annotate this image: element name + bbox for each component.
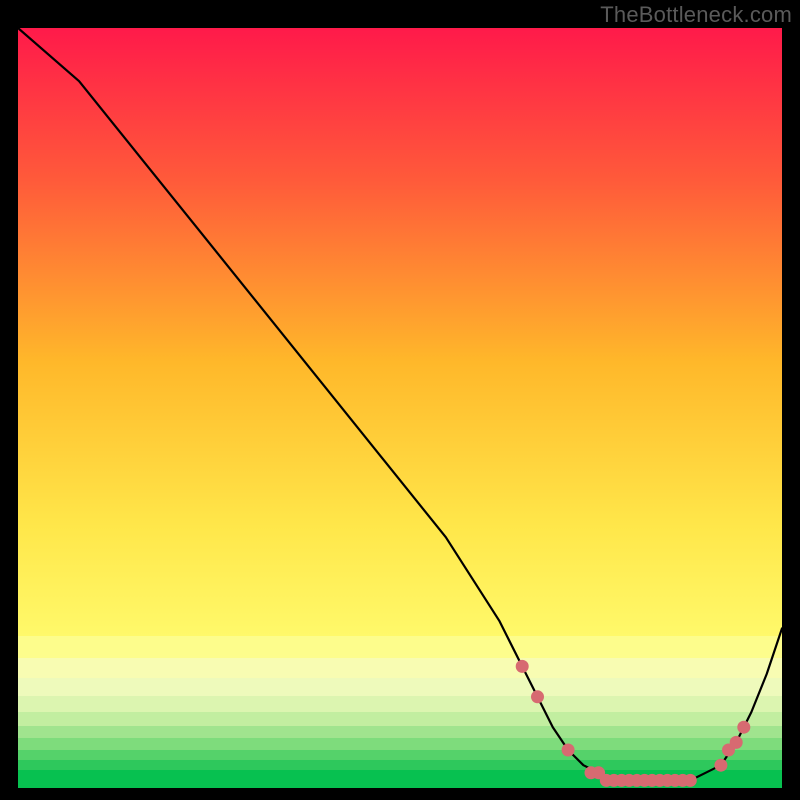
curve-marker [516,660,529,673]
curve-marker [714,759,727,772]
curve-marker [684,774,697,787]
curve-marker [531,690,544,703]
curve-marker [562,744,575,757]
curve-marker [730,736,743,749]
bottom-bands [18,636,782,788]
curve-marker [737,721,750,734]
chart-svg [18,28,782,788]
watermark-text: TheBottleneck.com [600,2,792,28]
gradient-top [18,28,782,636]
